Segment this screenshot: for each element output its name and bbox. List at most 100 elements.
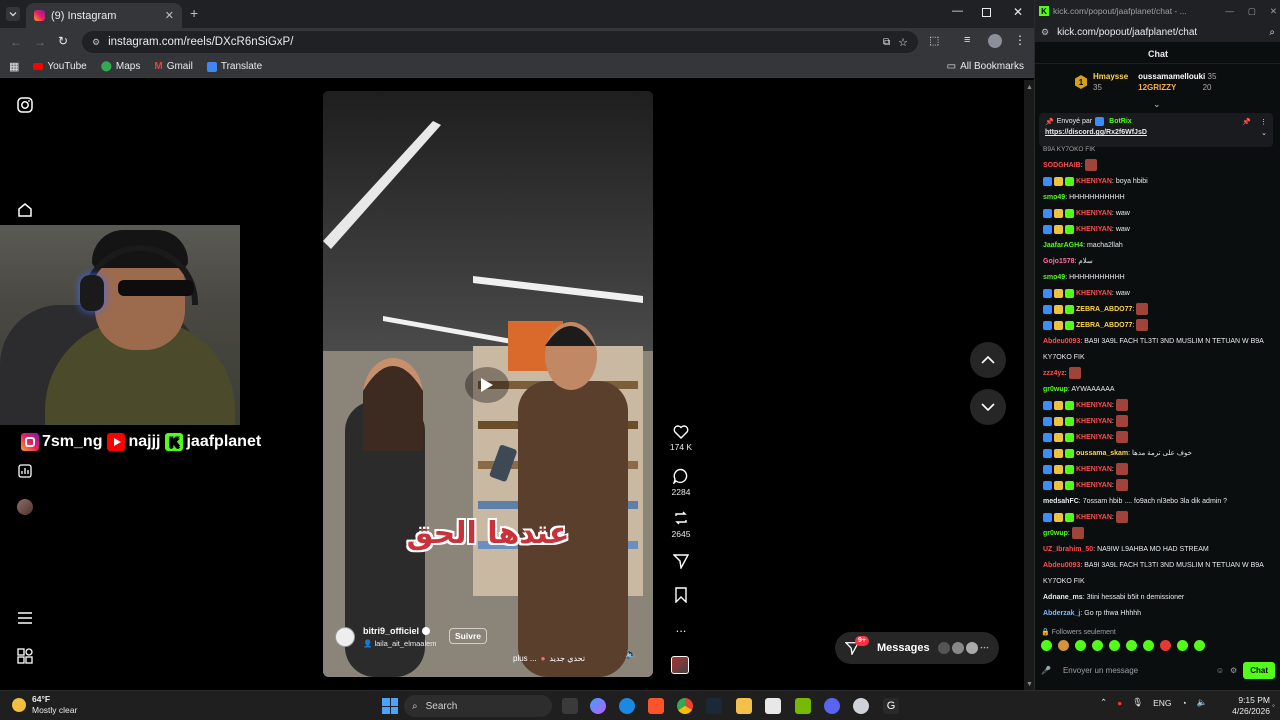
gifter-name[interactable]: 12GRIZZY [1138,83,1176,92]
chat-username[interactable]: Abdeu0093 [1043,562,1080,569]
chat-username[interactable]: Abdeu0093 [1043,338,1080,345]
reel-description[interactable]: plus ... ● تحدي جديد [513,654,585,663]
maximize-button[interactable]: ▢ [1248,6,1256,17]
tray-overflow-icon[interactable]: ⌃ [1100,697,1107,708]
close-window-button[interactable]: ✕ [1270,6,1277,17]
gifter-name[interactable]: Hmaysse [1093,71,1128,82]
reel-video[interactable]: عندها الحق bitri9_officiel Suivre 👤 lail… [323,91,653,677]
discord-icon[interactable] [824,698,840,714]
chat-username[interactable]: zzz4yz [1043,370,1065,377]
file-explorer-icon[interactable] [736,698,752,714]
repost-action[interactable]: 2645 [668,510,694,539]
send-chat-button[interactable]: Chat [1243,661,1275,679]
emote-icon[interactable] [1143,640,1154,651]
emote-icon[interactable] [1075,640,1086,651]
address-bar[interactable]: ⚙ instagram.com/reels/DXcR6nSiGxP/ ⧉ ☆ [82,31,918,53]
previous-reel-button[interactable] [970,342,1006,378]
chat-username[interactable]: ZEBRA_ABDO77 [1076,306,1132,313]
chat-username[interactable]: gr0wup [1043,530,1068,537]
tab-instagram[interactable]: (9) Instagram ✕ [26,3,182,28]
apps-grid-icon[interactable]: ▦ [9,60,19,73]
taskbar-search[interactable]: ⌕ Search [404,695,552,717]
clock[interactable]: 9:15 PM 4/26/2026 [1222,695,1270,717]
chat-username[interactable]: gr0wup [1043,386,1068,393]
emote-icon[interactable] [1041,640,1052,651]
chat-username[interactable]: SODGHAIB [1043,162,1081,169]
share-action[interactable] [668,553,694,569]
install-app-icon[interactable]: ⧉ [883,37,890,48]
zoom-search-icon[interactable]: ⌕ [1269,27,1275,38]
forward-arrow-icon[interactable]: → [34,35,46,49]
emote-icon[interactable] [1058,640,1069,651]
emote-icon[interactable] [1177,640,1188,651]
minimize-button[interactable]: — [1225,6,1234,16]
page-scrollbar[interactable]: ▲ ▼ [1024,80,1034,690]
back-arrow-icon[interactable]: ← [10,35,22,49]
microphone-icon[interactable]: 🎙 [1132,697,1143,708]
site-info-icon[interactable]: ⚙ [1041,27,1049,38]
chat-username[interactable]: Adnane_ms [1043,594,1083,601]
minimize-button[interactable]: — [952,5,963,17]
bookmark-star-icon[interactable]: ☆ [898,36,908,49]
chat-username[interactable]: medsahFC [1043,498,1079,505]
language-indicator[interactable]: ENG [1153,698,1171,708]
all-bookmarks-button[interactable]: ▭ All Bookmarks [947,61,1024,72]
weather-widget[interactable]: 64°F Mostly clear [12,694,77,716]
chat-username[interactable]: KHENIYAN [1076,434,1112,441]
chat-settings-icon[interactable]: ⚙ [1230,666,1237,675]
home-icon[interactable] [16,201,34,219]
chat-username[interactable]: KHENIYAN [1076,418,1112,425]
wifi-icon[interactable]: ◔ [1181,698,1186,708]
more-menu-icon[interactable] [16,609,34,627]
chat-username[interactable]: KHENIYAN [1076,226,1112,233]
like-action[interactable]: 174 K [668,425,694,452]
author-avatar[interactable] [335,627,355,647]
gifter-name[interactable]: oussamamellouki [1138,72,1205,81]
also-from-meta-icon[interactable] [16,647,34,665]
chat-username[interactable]: oussama_skam [1076,450,1128,457]
chat-username[interactable]: KHENIYAN [1076,210,1112,217]
chat-username[interactable]: UZ_Ibrahim_50 [1043,546,1093,553]
volume-icon[interactable]: 🔈 [1197,697,1208,708]
chat-username[interactable]: KHENIYAN [1076,482,1112,489]
browser-menu-icon[interactable]: ⋮ [1014,33,1026,47]
chat-username[interactable]: JaafarAGH4 [1043,242,1083,249]
emote-icon[interactable] [1126,640,1137,651]
maximize-button[interactable] [982,8,991,17]
chevron-down-icon[interactable]: ⌄ [1153,99,1161,110]
messages-button[interactable]: 9+ Messages ⋯ [835,632,999,664]
site-info-icon[interactable]: ⚙ [92,37,100,48]
new-tab-button[interactable]: + [190,5,198,21]
chat-username[interactable]: ZEBRA_ABDO77 [1076,322,1132,329]
more-options-icon[interactable]: ... [668,620,694,635]
bookmark-translate[interactable]: Translate [206,61,262,72]
emote-icon[interactable] [1194,640,1205,651]
obs-icon[interactable] [853,698,869,714]
profile-avatar-icon[interactable] [17,499,33,515]
app-tray-icon[interactable]: ● [1117,698,1122,708]
comment-action[interactable]: 2284 [668,468,694,497]
chat-username[interactable]: Abderzak_j [1043,610,1080,617]
media-icon[interactable]: ≡ [964,34,970,46]
chrome-icon[interactable] [677,698,693,714]
emote-icon[interactable] [1109,640,1120,651]
close-tab-icon[interactable]: ✕ [165,9,174,22]
chat-username[interactable]: KHENIYAN [1076,466,1112,473]
edge-icon[interactable] [619,698,635,714]
chat-username[interactable]: KHENIYAN [1076,402,1112,409]
pinned-link[interactable]: https://discord.gg/Rx2f6WfJsD [1045,129,1147,137]
brave-icon[interactable] [648,698,664,714]
profile-avatar[interactable] [988,34,1002,48]
start-button[interactable] [382,698,398,714]
extensions-icon[interactable]: ⬚ [929,34,939,47]
dashboard-icon[interactable] [16,462,34,480]
play-button[interactable] [465,367,509,403]
task-view-icon[interactable] [562,698,578,714]
bookmark-gmail[interactable]: M Gmail [154,61,192,72]
save-action[interactable] [668,587,694,603]
emoji-icon[interactable]: ☺ [1216,666,1224,675]
store-icon[interactable] [765,698,781,714]
steam-icon[interactable] [706,698,722,714]
emote-icon[interactable] [1092,640,1103,651]
unpin-icon[interactable]: 📌 [1242,118,1251,126]
